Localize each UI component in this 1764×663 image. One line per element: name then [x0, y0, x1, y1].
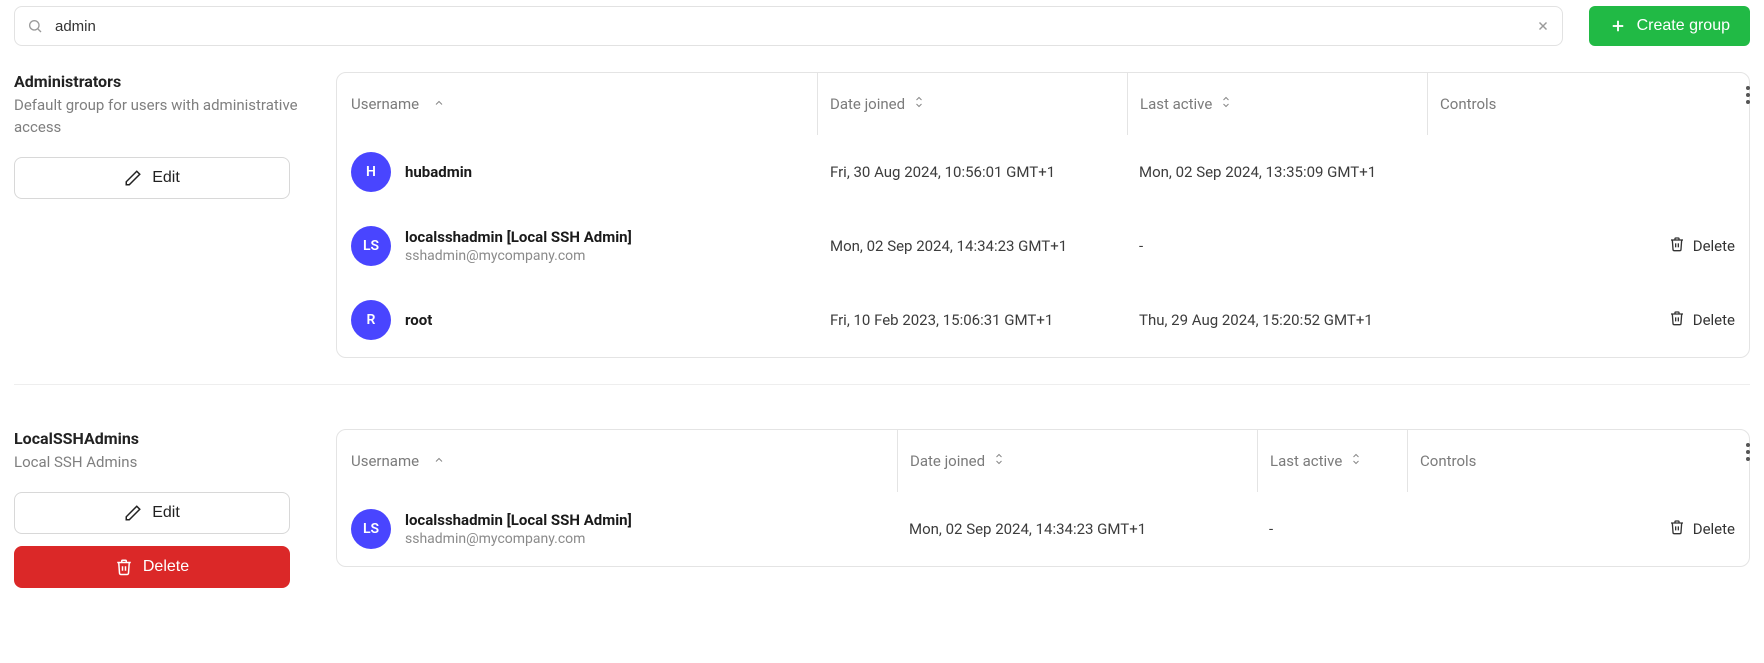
pencil-icon [124, 504, 142, 522]
group-description: Local SSH Admins [14, 452, 314, 474]
group-side: LocalSSHAdmins Local SSH Admins Edit Del… [14, 429, 314, 600]
sort-asc-icon [433, 95, 445, 113]
delete-label: Delete [1693, 311, 1735, 329]
avatar: H [351, 152, 391, 192]
col-username[interactable]: Username [337, 73, 817, 135]
table-row: R root Fri, 10 Feb 2023, 15:06:31 GMT+1 … [337, 283, 1749, 357]
col-date-joined-label: Date joined [830, 95, 905, 113]
edit-label: Edit [152, 504, 180, 522]
group-table-wrap: Username Date joined Last active Control… [336, 429, 1750, 567]
sort-icon [993, 452, 1005, 470]
col-controls: Controls [1407, 430, 1749, 492]
col-last-active[interactable]: Last active [1257, 430, 1407, 492]
edit-group-button[interactable]: Edit [14, 492, 290, 534]
group-section: LocalSSHAdmins Local SSH Admins Edit Del… [14, 384, 1750, 626]
table-body: H hubadmin Fri, 30 Aug 2024, 10:56:01 GM… [337, 135, 1749, 357]
group-description: Default group for users with administrat… [14, 95, 314, 139]
delete-user-button[interactable]: Delete [1669, 310, 1735, 330]
trash-icon [1669, 519, 1685, 539]
group-table-wrap: Username Date joined Last active Control… [336, 72, 1750, 358]
last-active: Thu, 29 Aug 2024, 15:20:52 GMT+1 [1139, 311, 1373, 329]
table-options-button[interactable] [1742, 82, 1754, 112]
delete-user-button[interactable]: Delete [1669, 519, 1735, 539]
delete-user-button[interactable]: Delete [1669, 236, 1735, 256]
search-input[interactable] [53, 17, 1526, 36]
trash-icon [115, 558, 133, 576]
avatar: LS [351, 509, 391, 549]
col-date-joined[interactable]: Date joined [897, 430, 1257, 492]
table-options-button[interactable] [1742, 439, 1754, 469]
col-last-active-label: Last active [1270, 452, 1342, 470]
edit-label: Edit [152, 169, 180, 187]
user-email: sshadmin@mycompany.com [405, 248, 632, 264]
delete-group-button[interactable]: Delete [14, 546, 290, 588]
sort-asc-icon [433, 452, 445, 470]
delete-label: Delete [1693, 520, 1735, 538]
trash-icon [1669, 310, 1685, 330]
users-table: Username Date joined Last active Control… [336, 72, 1750, 358]
top-bar: Create group [14, 6, 1750, 46]
last-active: - [1269, 520, 1273, 538]
create-group-button[interactable]: Create group [1589, 6, 1750, 46]
col-username[interactable]: Username [337, 430, 897, 492]
user-email: sshadmin@mycompany.com [405, 531, 632, 547]
col-last-active[interactable]: Last active [1127, 73, 1427, 135]
table-header: Username Date joined Last active Control… [337, 430, 1749, 492]
delete-label: Delete [1693, 237, 1735, 255]
delete-label: Delete [143, 558, 189, 576]
create-group-label: Create group [1637, 17, 1730, 35]
clear-search-icon[interactable] [1536, 19, 1550, 33]
sort-icon [913, 95, 925, 113]
avatar: R [351, 300, 391, 340]
date-joined: Mon, 02 Sep 2024, 14:34:23 GMT+1 [830, 237, 1067, 255]
username: localsshadmin [Local SSH Admin] [405, 228, 632, 246]
group-section: Administrators Default group for users w… [14, 72, 1750, 384]
col-username-label: Username [351, 452, 419, 470]
table-row: LS localsshadmin [Local SSH Admin] sshad… [337, 209, 1749, 283]
username: localsshadmin [Local SSH Admin] [405, 511, 632, 529]
table-row: LS localsshadmin [Local SSH Admin] sshad… [337, 492, 1749, 566]
last-active: - [1139, 237, 1143, 255]
pencil-icon [124, 169, 142, 187]
trash-icon [1669, 236, 1685, 256]
last-active: Mon, 02 Sep 2024, 13:35:09 GMT+1 [1139, 163, 1376, 181]
users-table: Username Date joined Last active Control… [336, 429, 1750, 567]
sort-icon [1350, 452, 1362, 470]
col-last-active-label: Last active [1140, 95, 1212, 113]
table-row: H hubadmin Fri, 30 Aug 2024, 10:56:01 GM… [337, 135, 1749, 209]
table-header: Username Date joined Last active Control… [337, 73, 1749, 135]
col-date-joined[interactable]: Date joined [817, 73, 1127, 135]
edit-group-button[interactable]: Edit [14, 157, 290, 199]
col-controls-label: Controls [1440, 95, 1496, 113]
group-side: Administrators Default group for users w… [14, 72, 314, 211]
date-joined: Fri, 30 Aug 2024, 10:56:01 GMT+1 [830, 163, 1055, 181]
table-body: LS localsshadmin [Local SSH Admin] sshad… [337, 492, 1749, 566]
plus-icon [1609, 17, 1627, 35]
search-input-wrap[interactable] [14, 6, 1563, 46]
group-title: Administrators [14, 72, 314, 91]
col-date-joined-label: Date joined [910, 452, 985, 470]
avatar: LS [351, 226, 391, 266]
username: root [405, 311, 432, 329]
col-controls-label: Controls [1420, 452, 1476, 470]
col-username-label: Username [351, 95, 419, 113]
date-joined: Mon, 02 Sep 2024, 14:34:23 GMT+1 [909, 520, 1146, 538]
group-title: LocalSSHAdmins [14, 429, 314, 448]
search-icon [27, 18, 43, 34]
username: hubadmin [405, 163, 472, 181]
date-joined: Fri, 10 Feb 2023, 15:06:31 GMT+1 [830, 311, 1053, 329]
col-controls: Controls [1427, 73, 1749, 135]
sort-icon [1220, 95, 1232, 113]
